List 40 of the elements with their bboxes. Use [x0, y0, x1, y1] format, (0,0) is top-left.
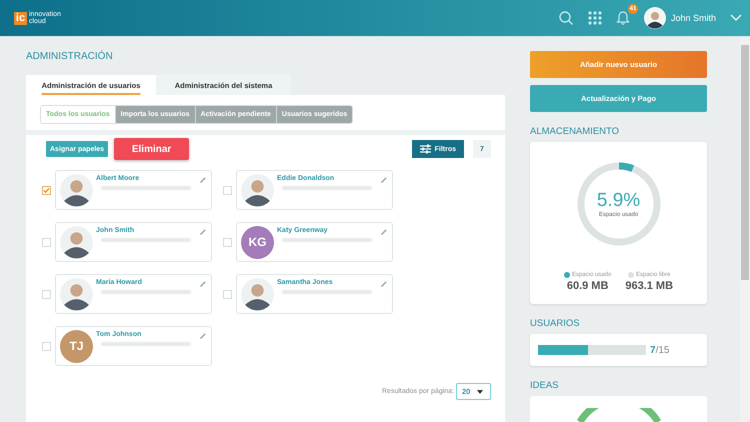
- checkbox[interactable]: [223, 186, 232, 194]
- pencil-icon[interactable]: [380, 176, 388, 184]
- chevron-down-icon[interactable]: [730, 14, 742, 22]
- checkbox[interactable]: [223, 238, 232, 246]
- initials-avatar: TJ: [60, 330, 93, 362]
- section-title: IDEAS: [530, 380, 560, 391]
- sliders-icon: [420, 144, 431, 154]
- legend-value: 60.9 MB: [566, 280, 608, 292]
- avatar: [241, 278, 274, 310]
- search-icon[interactable]: [558, 10, 574, 26]
- initials-avatar: KG: [241, 226, 274, 258]
- section-title: ALMACENAMIENTO: [530, 126, 620, 137]
- delete-button[interactable]: Eliminar: [114, 138, 190, 160]
- legend-value: 963.1 MB: [625, 280, 674, 292]
- avatar: [60, 226, 93, 258]
- percentage: 5.9%: [596, 190, 640, 210]
- checkbox[interactable]: [42, 238, 51, 246]
- scrollbar[interactable]: [740, 37, 750, 422]
- checkbox[interactable]: [42, 186, 51, 194]
- pencil-icon[interactable]: [380, 228, 388, 236]
- pencil-icon[interactable]: [380, 280, 388, 288]
- caret-icon: [477, 390, 483, 394]
- checkbox[interactable]: [42, 290, 51, 298]
- section-title: USUARIOS: [530, 318, 581, 329]
- page-title: ADMINISTRACIÓN: [26, 51, 114, 62]
- checkbox[interactable]: [42, 342, 51, 350]
- avatar: [60, 174, 93, 206]
- apps-grid-icon[interactable]: [588, 11, 602, 25]
- avatar[interactable]: [644, 7, 666, 29]
- user-name[interactable]: John Smith: [670, 13, 716, 23]
- users-count: 7/15: [650, 344, 670, 356]
- pencil-icon[interactable]: [199, 228, 207, 236]
- checkbox[interactable]: [223, 290, 232, 298]
- pencil-icon[interactable]: [199, 280, 207, 288]
- logo-mark: ic: [14, 12, 27, 24]
- pencil-icon[interactable]: [199, 332, 207, 340]
- avatar: [60, 278, 93, 310]
- bell-icon[interactable]: [616, 10, 630, 26]
- avatar: [241, 174, 274, 206]
- pencil-icon[interactable]: [199, 176, 207, 184]
